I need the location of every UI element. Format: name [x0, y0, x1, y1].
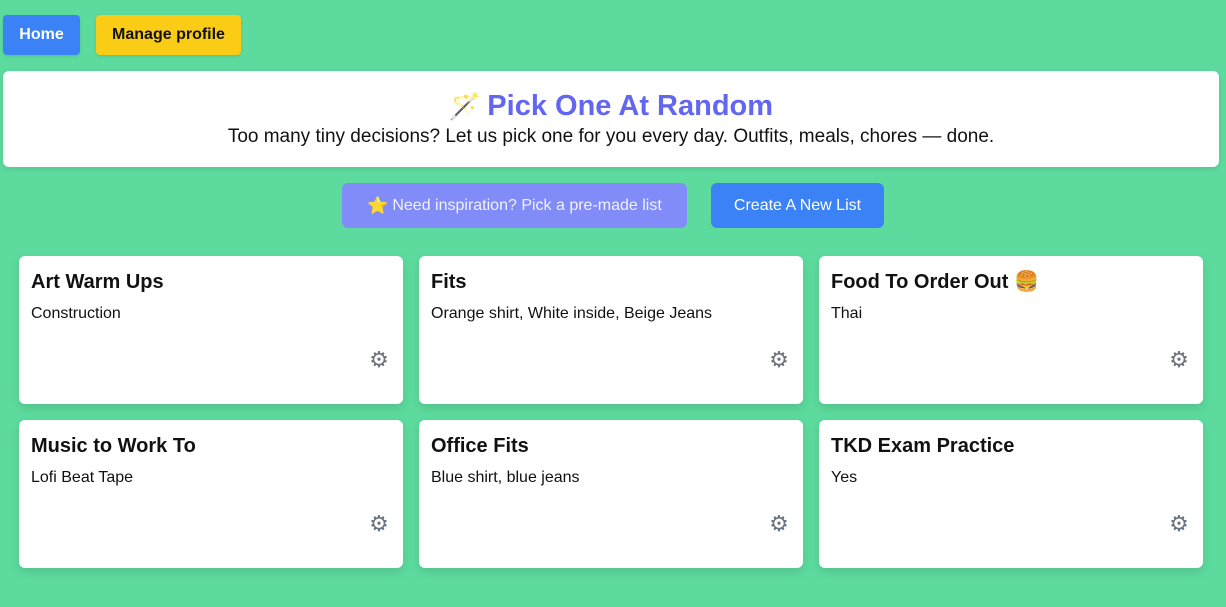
page-subtitle: Too many tiny decisions? Let us pick one… — [227, 126, 995, 147]
page-title-row: 🪄 Pick One At Random — [3, 89, 1219, 123]
list-title: Fits — [431, 271, 467, 293]
magic-wand-icon: 🪄 — [448, 91, 482, 121]
list-card[interactable]: Music to Work To Lofi Beat Tape ⚙ — [19, 420, 403, 568]
hero-banner: 🪄 Pick One At Random Too many tiny decis… — [3, 71, 1219, 167]
list-title: Office Fits — [431, 435, 529, 457]
list-title: TKD Exam Practice — [831, 435, 1015, 457]
list-card[interactable]: Fits Orange shirt, White inside, Beige J… — [419, 256, 803, 404]
action-bar: ⭐ Need inspiration? Pick a pre-made list… — [0, 183, 1226, 228]
list-pick: Construction — [31, 305, 121, 322]
gear-icon[interactable]: ⚙ — [367, 511, 391, 536]
manage-profile-button[interactable]: Manage profile — [96, 15, 241, 55]
premade-list-button[interactable]: ⭐ Need inspiration? Pick a pre-made list — [342, 183, 687, 228]
list-title: Food To Order Out 🍔 — [831, 271, 1039, 293]
list-title: Art Warm Ups — [31, 271, 164, 293]
list-card[interactable]: Food To Order Out 🍔 Thai ⚙ — [819, 256, 1203, 404]
star-icon: ⭐ — [367, 195, 389, 215]
list-card[interactable]: Office Fits Blue shirt, blue jeans ⚙ — [419, 420, 803, 568]
home-button[interactable]: Home — [3, 15, 80, 55]
list-pick: Orange shirt, White inside, Beige Jeans — [431, 305, 713, 322]
list-title: Music to Work To — [31, 435, 196, 457]
list-pick: Yes — [831, 469, 858, 486]
premade-list-label: Need inspiration? Pick a pre-made list — [392, 196, 662, 214]
gear-icon[interactable]: ⚙ — [1167, 511, 1191, 536]
list-pick: Thai — [831, 305, 863, 322]
top-nav: Home Manage profile — [3, 15, 241, 55]
list-card[interactable]: TKD Exam Practice Yes ⚙ — [819, 420, 1203, 568]
page-title: Pick One At Random — [487, 90, 774, 122]
gear-icon[interactable]: ⚙ — [1167, 347, 1191, 372]
gear-icon[interactable]: ⚙ — [767, 511, 791, 536]
gear-icon[interactable]: ⚙ — [367, 347, 391, 372]
list-pick: Lofi Beat Tape — [31, 469, 134, 486]
create-list-button[interactable]: Create A New List — [711, 183, 884, 228]
list-pick: Blue shirt, blue jeans — [431, 469, 580, 486]
gear-icon[interactable]: ⚙ — [767, 347, 791, 372]
list-card[interactable]: Art Warm Ups Construction ⚙ — [19, 256, 403, 404]
list-grid: Art Warm Ups Construction ⚙ Fits Orange … — [19, 256, 1203, 568]
